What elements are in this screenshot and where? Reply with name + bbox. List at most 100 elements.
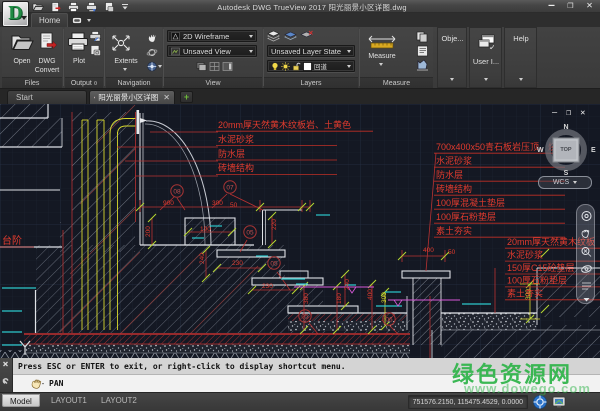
extents-caret-icon[interactable] [123,68,127,71]
wcs-dropdown[interactable]: WCS [538,176,592,189]
annotation-text: 水泥砂浆 [507,249,543,260]
view-tool-3[interactable] [222,61,233,72]
area-button[interactable] [416,59,429,71]
panel-help[interactable]: Help [504,27,537,88]
command-close-icon[interactable] [4,362,8,366]
viewcube-north[interactable]: N [535,124,597,131]
measure-ruler-icon [367,33,397,49]
output-expand-icon[interactable]: ¤ [94,81,97,87]
zoom-extents-icon [110,33,132,53]
dimension-text: 400 [367,289,374,300]
extents-label[interactable]: Extents [106,58,146,66]
annotation-text: 150厚C15砼垫层 [507,262,575,273]
plot-printer-icon [67,32,89,51]
layer-unisolate-button[interactable] [300,30,313,42]
viewport-minimize-icon[interactable]: – [552,108,557,118]
viewcube-top-label[interactable]: TOP [553,147,579,153]
tab-layout1[interactable]: LAYOUT1 [44,394,94,407]
view-tool-2[interactable] [209,61,220,72]
ribbon-minimize-toggle[interactable] [72,15,94,25]
layer-state-combo[interactable]: Unsaved Layer State [267,45,355,57]
navbar-pan-icon[interactable] [582,230,589,237]
layer-on-bulb-icon [271,62,279,71]
pan-button[interactable] [146,33,158,44]
quick-select-button[interactable] [416,31,429,43]
dwg-convert-label-2[interactable]: Convert [31,67,63,75]
tab-document[interactable]: 阳光丽景小区详图 ✕ [89,90,175,104]
view-tool-1[interactable] [196,61,207,72]
panel-object[interactable]: Obje... [437,27,467,88]
dwg-convert-icon[interactable] [51,2,61,12]
orbit-button[interactable] [146,47,158,58]
navbar-orbit-icon[interactable] [581,265,592,274]
wheel-caret-icon[interactable] [158,65,162,68]
new-tab-button[interactable]: + [180,91,193,103]
dwg-convert-label-1[interactable]: DWG [31,58,63,66]
plot-icon[interactable] [68,2,79,12]
viewcube-east[interactable]: E [591,147,596,154]
navbar-motion-icon[interactable] [582,283,591,289]
measure-caret-icon[interactable] [379,63,383,66]
steering-wheel-icon [146,61,158,72]
named-view-combo[interactable]: Unsaved View [167,45,257,57]
dwg-convert-button[interactable] [38,32,58,52]
preview-icon[interactable] [104,2,114,12]
named-view-caret-icon [249,50,253,53]
visual-style-combo[interactable]: 2D Wireframe [167,30,257,42]
open-icon[interactable] [32,2,44,11]
maximize-button[interactable]: ❐ [564,0,577,12]
viewcube-west[interactable]: W [537,147,544,154]
drawing-canvas[interactable]: 9003005020019022024023023038018024040050… [0,104,600,358]
plot-label[interactable]: Plot [65,58,93,66]
command-wrench-icon[interactable] [3,379,8,384]
batch-plot-icon[interactable] [86,2,97,12]
panel-navigation-label: Navigation [106,77,162,88]
layer-combo[interactable]: 回道 [267,60,355,72]
open-button[interactable] [10,32,34,52]
navbar-wheel-icon[interactable] [582,212,591,221]
list-button[interactable] [416,45,429,57]
layer-name-value: 回道 [314,61,327,71]
layer-properties-icon [267,30,280,42]
user-interface-caret-icon [484,78,488,81]
measure-button[interactable] [367,33,397,49]
plot-button[interactable] [67,32,89,51]
annotation-text: 防水层 [436,169,463,180]
layer-isolate-button[interactable] [284,30,297,42]
zoom-extents-button[interactable] [110,33,132,53]
layer-combo-caret-icon [347,65,351,68]
annotation-text: 素土夯实 [436,225,472,236]
steering-wheel-button[interactable] [146,61,158,72]
measure-label[interactable]: Measure [362,53,402,61]
annotation-monitor-icon[interactable] [534,396,547,409]
keynote-number: 05 [270,260,278,267]
layer-properties-button[interactable] [267,30,280,42]
qat-customize-icon[interactable] [121,3,129,11]
application-menu-button[interactable]: D [2,1,29,27]
close-button[interactable]: ✕ [583,0,596,12]
tab-model[interactable]: Model [2,394,40,407]
app-menu-caret-icon [21,16,27,20]
tab-home[interactable]: Home [31,13,68,27]
panel-user-interface[interactable]: User I... [469,27,502,88]
dimension-text: 300 [381,292,388,303]
viewport-restore-icon[interactable]: ❐ [566,108,571,118]
viewport-close-icon[interactable]: ✕ [580,108,585,118]
annotation-text: 100厚石粉垫层 [436,211,496,222]
tab-start[interactable]: Start [7,90,87,104]
preview-button[interactable] [89,45,101,56]
batch-plot-button[interactable] [89,31,101,42]
navbar-more-caret-icon[interactable] [584,298,590,302]
batch-plot-icon [89,31,101,42]
dimension-text: 50 [230,202,238,209]
object-panel-label: Obje... [438,35,467,43]
panel-navigation: Extents Navigation [106,27,162,88]
tab-layout2[interactable]: LAYOUT2 [94,394,144,407]
watermark-site-url: www.dowego.com [464,381,591,396]
navigation-bar-icon [222,61,233,72]
named-view-icon [171,47,180,56]
viewcube[interactable]: N S W E TOP [535,120,597,182]
minimize-button[interactable]: – [545,0,558,12]
clean-screen-icon[interactable] [553,397,565,408]
tab-close-icon[interactable]: ✕ [163,93,170,102]
